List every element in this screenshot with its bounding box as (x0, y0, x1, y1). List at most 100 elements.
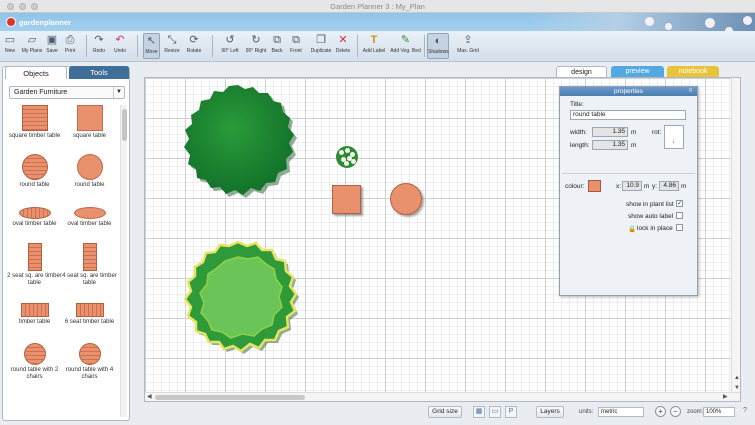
round-table-object[interactable] (390, 183, 422, 215)
zoom-out-icon[interactable]: − (670, 406, 681, 417)
logo-text: gardenplanner (19, 17, 72, 27)
canvas-vertical-scrollbar[interactable]: ▲ ▼ (731, 78, 740, 401)
object-item[interactable]: oval timber table (62, 201, 117, 228)
round-table-two-chairs-icon (23, 343, 46, 365)
grid-size-button[interactable]: Grid size (428, 406, 462, 418)
rotate-right-icon: ↻ (251, 34, 261, 46)
timber-table-icon (20, 303, 49, 317)
scroll-left-icon[interactable]: ◀ (147, 393, 152, 401)
units-select[interactable]: metric (598, 407, 644, 417)
tree-object[interactable] (175, 81, 301, 203)
object-item[interactable]: 4 seat sq. are timber table (62, 243, 117, 286)
colour-swatch[interactable] (588, 180, 601, 192)
tab-notebook[interactable]: notebook (667, 66, 719, 77)
x-input[interactable]: 10.9 (622, 181, 642, 191)
print-icon: ⎙ (65, 34, 75, 46)
properties-header[interactable]: properties ⇳ (560, 87, 697, 96)
duplicate-button[interactable]: ❐ Duplicate (309, 33, 333, 59)
scroll-down-icon[interactable]: ▼ (734, 384, 740, 392)
six-seat-table-icon (75, 303, 104, 317)
y-input[interactable]: 4.86 (659, 181, 679, 191)
object-item[interactable]: 2 seat sq. are timber table (7, 243, 62, 286)
move-tool-button[interactable]: ↖ Move (143, 33, 160, 59)
tab-objects[interactable]: Objects (5, 66, 67, 79)
add-label-button[interactable]: T Add Label (361, 33, 387, 59)
lock-in-place-label: lock in place (637, 225, 673, 232)
tab-design[interactable]: design (556, 66, 607, 77)
show-in-plant-list-checkbox[interactable]: ✓ (676, 200, 683, 207)
save-button[interactable]: ▣ Save (45, 33, 59, 59)
grid-view-icon[interactable]: ▦ (473, 406, 485, 418)
zoom-select[interactable]: 100% (703, 407, 735, 417)
tab-tools[interactable]: Tools (69, 66, 129, 79)
my-plans-button[interactable]: ▱ My Plans (20, 33, 44, 59)
two-seat-table-icon (27, 243, 42, 271)
object-item[interactable]: round table (7, 154, 62, 189)
scrollbar-thumb[interactable] (155, 395, 305, 400)
resize-tool-button[interactable]: ⤡ Resize (163, 33, 181, 59)
lock-in-place-checkbox[interactable] (676, 224, 683, 231)
save-icon: ▣ (46, 34, 58, 46)
round-timber-table-icon (21, 154, 48, 180)
rotation-dial[interactable]: ↓ (664, 125, 684, 149)
tab-preview[interactable]: preview (611, 66, 664, 77)
object-item[interactable]: oval timber table (7, 201, 62, 228)
scroll-up-icon[interactable]: ▲ (734, 374, 740, 382)
oval-timber-table-icon (18, 207, 51, 219)
x-label: x: (616, 183, 622, 190)
width-input[interactable]: 1.35 (592, 127, 628, 137)
object-item[interactable]: 6 seat timber table (62, 297, 117, 326)
show-auto-label-checkbox[interactable] (676, 212, 683, 219)
object-list: square timber table square table round t… (7, 105, 117, 417)
undo-icon: ↶ (115, 34, 125, 46)
rotate-right-button[interactable]: ↻ 90° Right (243, 33, 269, 59)
layers-button[interactable]: Layers (536, 406, 564, 418)
rotate-left-icon: ↺ (225, 34, 235, 46)
bring-front-button[interactable]: ⧉ Front (289, 33, 303, 59)
help-icon[interactable]: ? (739, 406, 751, 418)
p-toggle-button[interactable]: P (505, 406, 517, 418)
category-select-value: Garden Furniture (14, 89, 68, 96)
rotate-tool-button[interactable]: ⟳ Rotate (185, 33, 203, 59)
category-select[interactable]: Garden Furniture ▼ (9, 86, 125, 99)
shadows-icon: ◐ (434, 35, 442, 47)
send-back-button[interactable]: ⧉ Back (270, 33, 284, 59)
window-titlebar: Garden Planner 3 : My_Plan (0, 0, 755, 13)
shrub-object[interactable] (176, 237, 302, 359)
object-item[interactable]: square timber table (7, 105, 62, 140)
bottom-bar: Grid size ▦ ▭ P Layers units: metric + −… (140, 404, 755, 425)
object-item[interactable]: round table (62, 154, 117, 189)
collapse-icon[interactable]: ⇳ (688, 87, 693, 96)
flowering-plant-object[interactable] (336, 146, 358, 168)
object-item[interactable]: square table (62, 105, 117, 140)
object-item[interactable]: round table with 4 chairs (62, 343, 117, 380)
redo-button[interactable]: ↷ Redo (92, 33, 106, 59)
add-veg-bed-button[interactable]: ✎ Add Veg. Bed (389, 33, 422, 59)
pointer-icon: ↖ (146, 35, 157, 47)
shadows-toggle-button[interactable]: ◐ Shadows (427, 33, 449, 59)
title-input[interactable]: round table (570, 110, 686, 120)
max-grid-button[interactable]: ⇪ Max. Grid (456, 33, 480, 59)
rotate-left-button[interactable]: ↺ 90° Left (218, 33, 242, 59)
square-table-object[interactable] (332, 185, 361, 214)
redo-icon: ↷ (94, 34, 104, 46)
object-item[interactable]: round table with 2 chairs (7, 343, 62, 380)
chevron-down-icon: ▼ (113, 87, 124, 98)
plan-view-icon[interactable]: ▭ (489, 406, 501, 418)
zoom-in-icon[interactable]: + (655, 406, 666, 417)
width-unit: m (631, 129, 637, 136)
delete-button[interactable]: ✕ Delete (335, 33, 351, 59)
new-button[interactable]: ▭ New (2, 33, 18, 59)
undo-button[interactable]: ↶ Undo (112, 33, 128, 59)
length-input[interactable]: 1.35 (592, 140, 628, 150)
scroll-right-icon[interactable]: ▶ (723, 393, 728, 401)
y-unit: m (681, 183, 687, 190)
delete-icon: ✕ (338, 34, 348, 46)
text-label-icon: T (370, 34, 378, 46)
canvas-horizontal-scrollbar[interactable]: ◀ ▶ (145, 392, 740, 401)
object-list-scrollbar[interactable] (120, 105, 127, 417)
scrollbar-thumb[interactable] (122, 109, 127, 141)
object-item[interactable]: timber table (7, 297, 62, 326)
length-unit: m (631, 142, 637, 149)
print-button[interactable]: ⎙ Print (62, 33, 78, 59)
